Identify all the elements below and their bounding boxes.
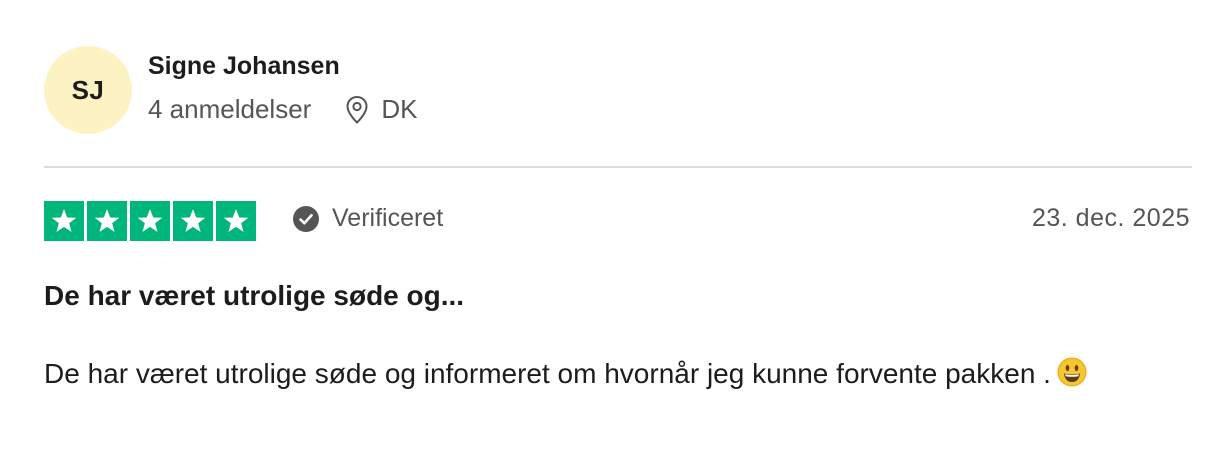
reviewer-country: DK <box>381 94 418 124</box>
reviewer-meta: 4 anmeldelser DK <box>148 94 417 125</box>
divider <box>44 166 1192 168</box>
review-body: De har været utrolige søde og informeret… <box>44 352 1164 395</box>
reviewer-name[interactable]: Signe Johansen <box>148 52 340 81</box>
map-pin-icon <box>345 95 369 125</box>
star-icon <box>173 201 213 241</box>
star-icon <box>216 201 256 241</box>
verified-badge[interactable]: Verificeret <box>292 204 443 233</box>
star-icon <box>44 201 84 241</box>
avatar-initials: SJ <box>71 74 105 105</box>
review-count: 4 anmeldelser <box>148 94 312 124</box>
review-body-text: De har været utrolige søde og informeret… <box>44 358 1051 389</box>
review-title[interactable]: De har været utrolige søde og... <box>44 280 464 312</box>
review-date: 23. dec. 2025 <box>1031 204 1190 232</box>
star-icon <box>87 201 127 241</box>
grinning-face-emoji-icon <box>1057 356 1087 387</box>
verified-label: Verificeret <box>332 204 444 232</box>
check-circle-icon <box>292 205 320 233</box>
star-icon <box>130 201 170 241</box>
star-rating <box>44 201 256 241</box>
avatar: SJ <box>44 46 132 134</box>
